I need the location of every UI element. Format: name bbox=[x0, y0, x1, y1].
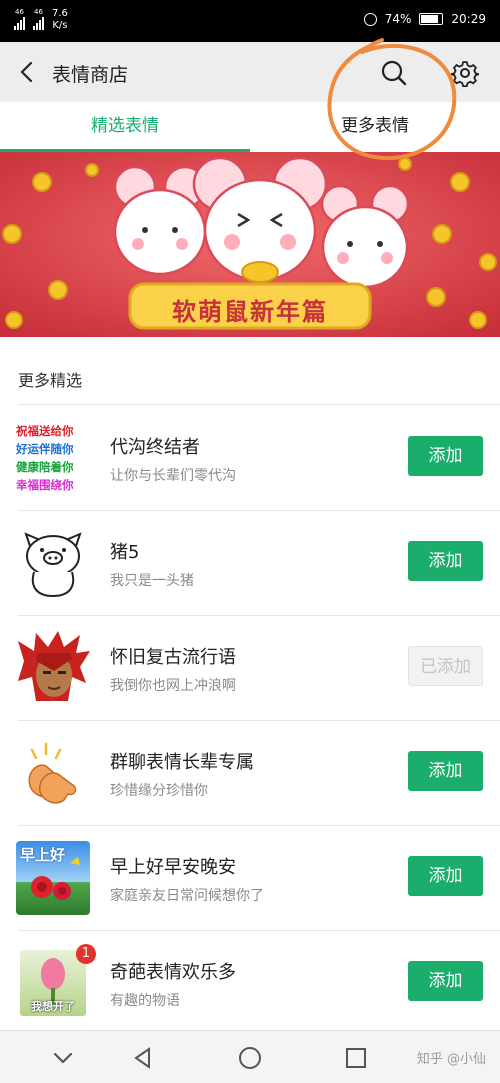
promo-banner[interactable]: 软萌鼠新年篇 bbox=[0, 152, 500, 337]
added-button[interactable]: 已添加 bbox=[408, 646, 483, 686]
thumb-caption: 我想开了 bbox=[31, 1000, 75, 1013]
list-item[interactable]: 我想开了 1 奇葩表情欢乐多 有趣的物语 添加 bbox=[0, 930, 500, 1035]
add-button[interactable]: 添加 bbox=[408, 436, 483, 476]
watermark: 知乎 @小仙 bbox=[416, 1052, 486, 1067]
item-name: 群聊表情长辈专属 bbox=[110, 752, 254, 773]
network-speed: 7.6 K/s bbox=[52, 8, 68, 32]
item-desc: 珍惜缘分珍惜你 bbox=[110, 783, 208, 799]
item-name: 奇葩表情欢乐多 bbox=[110, 962, 236, 983]
item-name: 早上好早安晚安 bbox=[110, 857, 236, 878]
clock: 20:29 bbox=[451, 12, 486, 26]
item-name: 猪5 bbox=[110, 542, 140, 563]
back-triangle-icon[interactable] bbox=[130, 1045, 156, 1071]
item-name: 怀旧复古流行语 bbox=[110, 647, 236, 668]
add-button[interactable]: 添加 bbox=[408, 541, 483, 581]
item-desc: 有趣的物语 bbox=[110, 993, 180, 1009]
chevron-left-icon[interactable] bbox=[16, 60, 40, 84]
tab-featured[interactable]: 精选表情 bbox=[0, 102, 250, 152]
net-speed-value: 7.6 bbox=[52, 8, 68, 19]
chevron-down-icon[interactable] bbox=[50, 1045, 76, 1071]
thumb-line: 好运伴随你 bbox=[16, 442, 74, 456]
add-button[interactable]: 添加 bbox=[408, 856, 483, 896]
pig-sticker-icon bbox=[24, 532, 82, 598]
signal-label-2: 46 bbox=[34, 8, 43, 16]
thumb-line: 祝福送给你 bbox=[16, 424, 74, 438]
system-nav-bar: 知乎 @小仙 bbox=[0, 1030, 500, 1083]
sticker-thumb-blessing: 祝福送给你 好运伴随你 健康陪着你 幸福围绕你 bbox=[16, 421, 90, 495]
item-name: 代沟终结者 bbox=[110, 437, 200, 458]
banner-title: 软萌鼠新年篇 bbox=[172, 298, 328, 326]
page-title: 表情商店 bbox=[52, 64, 129, 86]
home-circle-icon[interactable] bbox=[237, 1045, 263, 1071]
net-speed-unit: K/s bbox=[52, 20, 68, 31]
section-title: 更多精选 bbox=[18, 371, 83, 390]
battery-percent: 74% bbox=[384, 12, 412, 26]
add-button[interactable]: 添加 bbox=[408, 961, 483, 1001]
signal-icon-2: 46 bbox=[33, 8, 44, 30]
clapping-hands-icon bbox=[28, 742, 77, 804]
thumb-line: 健康陪着你 bbox=[16, 460, 74, 474]
signal-icon: 46 bbox=[14, 8, 25, 30]
annotation-circle bbox=[327, 38, 457, 161]
flower-sticker-thumb: 我想开了 1 bbox=[20, 944, 96, 1016]
list-item[interactable]: 祝福送给你 好运伴随你 健康陪着你 幸福围绕你 代沟终结者 让你与长辈们零代沟 … bbox=[0, 405, 500, 510]
notification-badge: 1 bbox=[76, 944, 96, 964]
alarm-icon bbox=[363, 12, 377, 26]
item-desc: 家庭亲友日常问候想你了 bbox=[110, 888, 264, 904]
recents-square-icon[interactable] bbox=[343, 1045, 369, 1071]
retro-avatar-icon bbox=[18, 631, 90, 701]
list-item[interactable]: 猪5 我只是一头猪 添加 bbox=[0, 510, 500, 615]
item-desc: 让你与长辈们零代沟 bbox=[110, 468, 236, 484]
battery-icon bbox=[419, 13, 444, 25]
add-button[interactable]: 添加 bbox=[408, 751, 483, 791]
signal-label-1: 46 bbox=[15, 8, 24, 16]
list-item[interactable]: 怀旧复古流行语 我倒你也网上冲浪啊 已添加 bbox=[0, 615, 500, 720]
item-desc: 我倒你也网上冲浪啊 bbox=[110, 678, 236, 694]
thumb-line: 幸福围绕你 bbox=[16, 478, 74, 492]
list-item[interactable]: 早上好 早上好早安晚安 家庭亲友日常问候想你了 添加 bbox=[0, 825, 500, 930]
list-item[interactable]: 群聊表情长辈专属 珍惜缘分珍惜你 添加 bbox=[0, 720, 500, 825]
item-desc: 我只是一头猪 bbox=[110, 573, 194, 589]
good-morning-thumb: 早上好 bbox=[16, 841, 90, 915]
